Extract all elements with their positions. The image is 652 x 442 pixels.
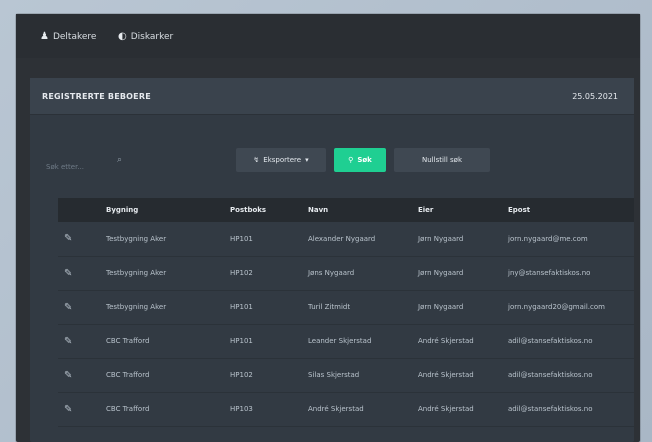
cell-postboks: HP102 [230, 371, 253, 379]
search-input[interactable] [44, 158, 118, 176]
cell-epost: jny@stansefaktiskos.no [508, 269, 591, 277]
cell-epost: adil@stansefaktiskos.no [508, 405, 593, 413]
residents-table-wrap: Bygning Postboks Navn Eier Epost ✎ Testb… [58, 198, 634, 427]
cell-bygning: CBC Trafford [106, 337, 150, 345]
cell-eier: Jørn Nygaard [418, 234, 464, 243]
cell-epost: adil@stansefaktiskos.no [508, 371, 593, 379]
table-row: ✎ Testbygning Aker HP101 Alexander Nygaa… [58, 222, 634, 256]
table-row: ✎ Testbygning Aker HP102 Jøns Nygaard Jø… [58, 256, 634, 290]
panel-date: 25.05.2021 [572, 92, 618, 101]
top-navigation: ♟ Deltakere ◐ Diskarker [16, 14, 640, 58]
edit-icon[interactable]: ✎ [64, 370, 72, 381]
cell-eier: André Skjerstad [418, 371, 474, 379]
edit-icon[interactable]: ✎ [64, 302, 72, 313]
cell-eier: André Skjerstad [418, 337, 474, 345]
table-header-row: Bygning Postboks Navn Eier Epost [58, 198, 634, 222]
column-header-eier[interactable]: Eier [412, 198, 502, 222]
residents-table: Bygning Postboks Navn Eier Epost ✎ Testb… [58, 198, 634, 427]
cell-postboks: HP102 [230, 269, 253, 277]
cell-bygning: Testbygning Aker [106, 303, 167, 311]
column-header-bygning[interactable]: Bygning [100, 198, 224, 222]
cell-epost: jorn.nygaard@me.com [508, 234, 588, 243]
panel-title: REGISTRERTE BEBOERE [42, 92, 151, 101]
nav-item-deltakere[interactable]: ♟ Deltakere [40, 31, 96, 42]
cell-bygning: Testbygning Aker [106, 269, 167, 277]
cell-navn: Jøns Nygaard [308, 269, 355, 277]
nav-item-diskarker[interactable]: ◐ Diskarker [118, 31, 173, 42]
search-icon[interactable]: ⌕ [117, 155, 122, 165]
cell-navn: Leander Skjerstad [308, 337, 372, 345]
nav-item-label: Deltakere [52, 31, 97, 42]
cell-eier: André Skjerstad [418, 405, 474, 413]
edit-icon[interactable]: ✎ [64, 233, 72, 244]
table-row: ✎ CBC Trafford HP101 Leander Skjerstad A… [58, 324, 634, 358]
column-header-postboks[interactable]: Postboks [224, 198, 302, 222]
cell-bygning: CBC Trafford [106, 405, 150, 413]
column-header-epost[interactable]: Epost [502, 198, 634, 222]
export-label: Eksportere [263, 156, 302, 164]
edit-icon[interactable]: ✎ [64, 268, 72, 279]
cell-epost: jorn.nygaard20@gmail.com [508, 303, 605, 311]
export-dropdown-button[interactable]: ↯ Eksportere ▾ [236, 148, 326, 172]
cell-navn: Silas Skjerstad [308, 371, 360, 379]
cell-postboks: HP103 [230, 405, 253, 413]
search-label: Søk [357, 156, 372, 164]
table-row: ✎ Testbygning Aker HP101 Turil Zitmidt J… [58, 290, 634, 324]
reset-search-button[interactable]: Nullstill søk [394, 148, 490, 172]
table-row: ✎ CBC Trafford HP103 André Skjerstad And… [58, 392, 634, 426]
panel-header: REGISTRERTE BEBOERE 25.05.2021 [30, 78, 634, 115]
cell-bygning: Testbygning Aker [106, 234, 167, 243]
column-header-edit [58, 198, 100, 222]
column-header-navn[interactable]: Navn [302, 198, 412, 222]
search-button[interactable]: ⚲ Søk [334, 148, 386, 172]
search-box: ⌕ [44, 154, 134, 176]
cell-postboks: HP101 [230, 234, 253, 243]
cell-navn: Turil Zitmidt [308, 303, 351, 311]
cell-eier: Jørn Nygaard [418, 269, 464, 277]
cell-eier: Jørn Nygaard [418, 303, 464, 311]
table-row: ✎ CBC Trafford HP102 Silas Skjerstad And… [58, 358, 634, 392]
edit-icon[interactable]: ✎ [64, 336, 72, 347]
cell-postboks: HP101 [230, 337, 253, 345]
caret-down-icon: ▾ [305, 156, 309, 164]
app-window: ♟ Deltakere ◐ Diskarker REGISTRERTE BEBO… [16, 14, 640, 442]
reset-label: Nullstill søk [422, 156, 462, 164]
cell-navn: André Skjerstad [308, 405, 364, 413]
search-icon: ⚲ [348, 156, 354, 164]
nav-item-label: Diskarker [130, 31, 174, 42]
cell-postboks: HP101 [230, 303, 253, 311]
export-icon: ↯ [253, 156, 260, 164]
user-icon: ♟ [40, 31, 49, 42]
cell-epost: adil@stansefaktiskos.no [508, 337, 593, 345]
residents-panel: REGISTRERTE BEBOERE 25.05.2021 ⌕ ↯ Ekspo… [30, 78, 634, 442]
edit-icon[interactable]: ✎ [64, 404, 72, 415]
brightness-icon: ◐ [118, 31, 127, 42]
cell-navn: Alexander Nygaard [308, 234, 376, 243]
cell-bygning: CBC Trafford [106, 371, 150, 379]
